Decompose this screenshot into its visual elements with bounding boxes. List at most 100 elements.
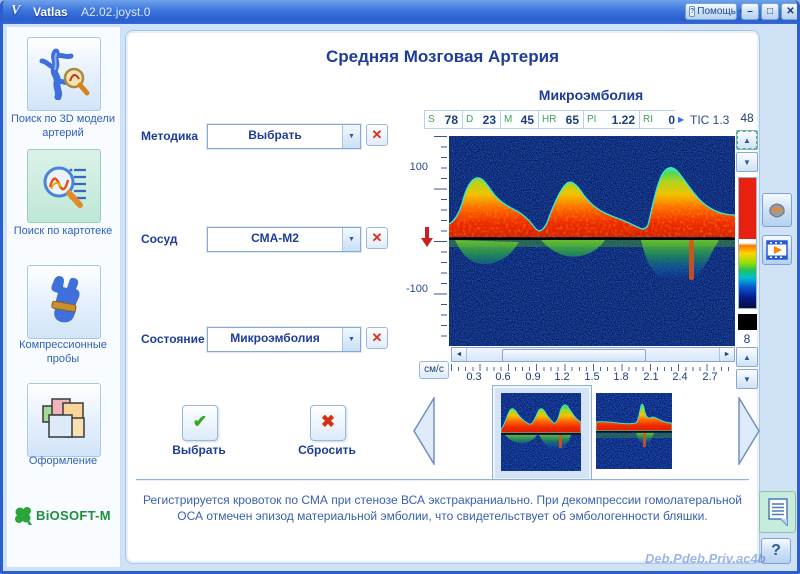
stat-label: HR [539, 114, 556, 125]
sidebar-item-label[interactable]: Поиск по картотеке [11, 225, 115, 239]
field-label-state: Состояние [141, 332, 205, 346]
tic-label: TIC 1.3 [690, 113, 729, 127]
stat-value: 0 [653, 113, 675, 127]
select-button[interactable]: ✔ [182, 405, 218, 441]
state-clear-button[interactable]: ✕ [366, 327, 388, 349]
gain-up-button[interactable]: ▲ [736, 130, 758, 150]
baseline-marker-arrow-icon [420, 227, 434, 249]
x-tick-label: 0.3 [466, 371, 481, 383]
application-window: V Vatlas A2.02.joyst.0 ? Помощь ▼ – □ ✕ … [0, 0, 800, 574]
x-tick-label: 0.9 [525, 371, 540, 383]
sidebar-item-label[interactable]: Оформление [11, 455, 115, 469]
color-scale-min-swatch [738, 314, 757, 330]
next-record-arrow[interactable] [737, 397, 761, 465]
card-index-search-icon [38, 160, 90, 212]
close-button[interactable]: ✕ [781, 3, 800, 20]
stat-value: 23 [473, 113, 500, 127]
field-label-method: Методика [141, 129, 198, 143]
vessel-dropdown[interactable]: СМА-М2 ▼ [207, 227, 361, 252]
scale-down-button[interactable]: ▼ [736, 369, 758, 389]
chevron-down-icon[interactable]: ▼ [342, 228, 360, 251]
scroll-right-icon[interactable]: ► [719, 348, 734, 361]
window-version: A2.02.joyst.0 [81, 5, 150, 19]
stat-label: S [425, 114, 435, 125]
gain-down-button[interactable]: ▼ [736, 152, 758, 172]
ultrasound-probe-icon [766, 199, 788, 221]
artery-tree-search-icon [38, 48, 90, 100]
stat-label: PI [584, 114, 596, 125]
thumbnail-spectrogram-1[interactable] [501, 393, 581, 471]
app-logo-icon: V [11, 3, 27, 19]
main-panel: Средняя Мозговая Артерия Микроэмболия Ме… [125, 30, 760, 564]
x-tick-label: 1.8 [613, 371, 628, 383]
stat-cell: PI 1.22 [583, 110, 639, 129]
play-clip-button[interactable] [762, 235, 792, 265]
scrollbar-thumb[interactable] [502, 349, 646, 362]
gain-bottom-value: 8 [734, 332, 760, 346]
document-icon [767, 498, 789, 526]
notes-button[interactable] [759, 491, 796, 533]
y-axis-ticks [434, 136, 447, 346]
x-tick-label: 2.4 [672, 371, 687, 383]
state-dropdown[interactable]: Микроэмболия ▼ [207, 327, 361, 352]
chevron-down-icon[interactable]: ▼ [342, 328, 360, 351]
sidebar-item-label[interactable]: Поиск по 3D модели артерий [11, 113, 115, 141]
scroll-left-icon[interactable]: ◄ [452, 348, 467, 361]
sidebar-item-3d-artery-search[interactable] [27, 37, 101, 111]
sidebar-item-label[interactable]: Компрессионные пробы [11, 339, 115, 367]
watermark: Deb.Pdeb.Priv.ac4b [645, 551, 766, 566]
reset-button-label: Сбросить [284, 443, 370, 457]
time-scrollbar[interactable]: ◄ ► [451, 347, 735, 362]
stat-label: D [463, 114, 473, 125]
x-tick-label: 2.1 [643, 371, 658, 383]
doppler-stats-bar: S 78 D 23 M 45 HR 65 PI 1.22 RI 0 [424, 110, 675, 131]
biosoft-logo-text: BiOSOFT-M [36, 508, 111, 523]
help-menu-label: Помощь [697, 6, 736, 17]
window-title: Vatlas [33, 5, 68, 19]
page-title: Средняя Мозговая Артерия [126, 47, 759, 67]
doppler-spectrogram [449, 136, 735, 346]
sidebar-item-appearance[interactable] [27, 383, 101, 457]
reset-button[interactable]: ✖ [310, 405, 346, 441]
stat-cell: HR 65 [538, 110, 583, 129]
compression-test-icon [38, 276, 90, 328]
vessel-clear-button[interactable]: ✕ [366, 227, 388, 249]
method-clear-button[interactable]: ✕ [366, 124, 388, 146]
method-dropdown[interactable]: Выбрать ▼ [207, 124, 361, 149]
appearance-windows-icon [38, 394, 90, 446]
vessel-dropdown-value: СМА-М2 [208, 228, 342, 251]
sidebar: Поиск по 3D модели артерий Поиск по карт… [7, 27, 121, 567]
probe-button[interactable] [762, 193, 792, 227]
x-tick-label: 2.7 [702, 371, 717, 383]
stat-cell: RI 0 [639, 110, 675, 129]
stat-cell: S 78 [424, 110, 462, 129]
color-scale-bar [738, 177, 757, 309]
y-tick-label: 100 [398, 161, 428, 173]
stat-value: 78 [435, 113, 462, 127]
stat-value: 1.22 [596, 113, 639, 127]
thumbnail-spectrogram-2[interactable] [596, 393, 672, 469]
y-tick-label: -100 [398, 283, 428, 295]
help-menu-button[interactable]: ? Помощь ▼ [685, 3, 737, 20]
maximize-button[interactable]: □ [761, 3, 779, 20]
field-label-vessel: Сосуд [141, 232, 178, 246]
stats-expand-icon[interactable]: ▶ [678, 115, 684, 124]
unit-button[interactable]: см/с [419, 361, 449, 379]
scale-up-button[interactable]: ▲ [736, 347, 758, 367]
clover-icon [13, 505, 33, 525]
case-description: Регистрируется кровоток по СМА при стено… [138, 493, 747, 524]
x-tick-label: 0.6 [495, 371, 510, 383]
x-axis-labels: 0.3 0.6 0.9 1.2 1.5 1.8 2.1 2.4 2.7 [451, 371, 735, 385]
x-tick-label: 1.2 [554, 371, 569, 383]
minimize-button[interactable]: – [741, 3, 759, 20]
sidebar-item-card-search[interactable] [27, 149, 101, 223]
chevron-down-icon[interactable]: ▼ [342, 125, 360, 148]
x-tick-label: 1.5 [584, 371, 599, 383]
previous-record-arrow[interactable] [412, 397, 436, 465]
stat-cell: D 23 [462, 110, 500, 129]
state-dropdown-value: Микроэмболия [208, 328, 342, 351]
select-button-label: Выбрать [156, 443, 242, 457]
stat-value: 45 [512, 113, 538, 127]
stat-label: M [501, 114, 512, 125]
sidebar-item-compression-tests[interactable] [27, 265, 101, 339]
